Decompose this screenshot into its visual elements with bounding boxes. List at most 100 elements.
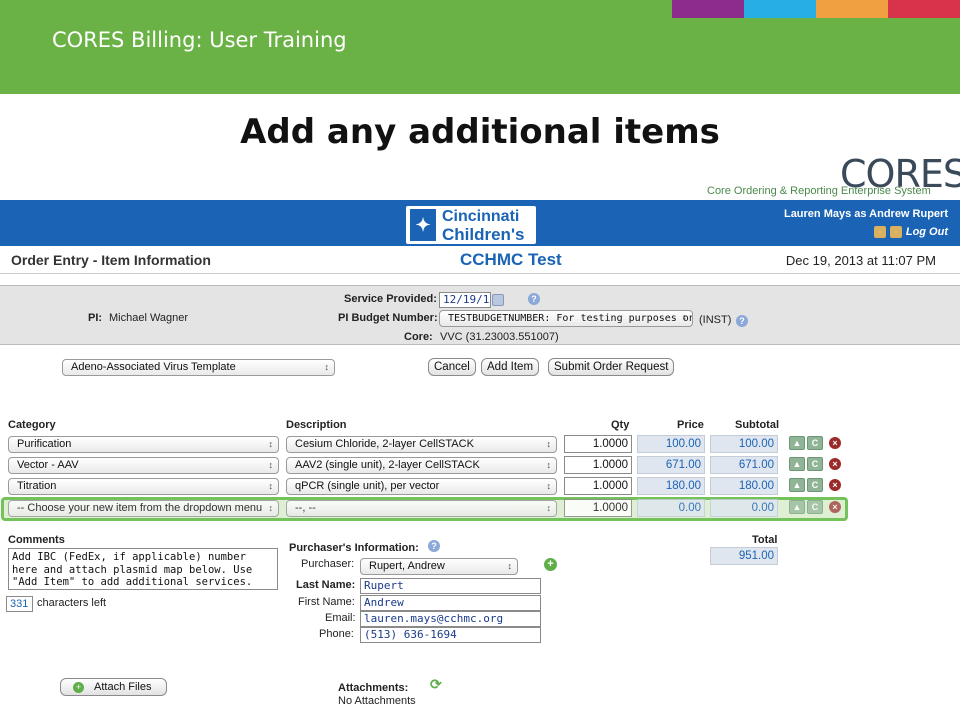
user-profile-icon[interactable] (873, 226, 886, 238)
budget-help-icon[interactable]: ? (736, 315, 748, 327)
person-icon[interactable]: ▲ (789, 457, 805, 471)
email-field[interactable]: lauren.mays@cchmc.org (360, 611, 541, 627)
user-actions: Log Out (873, 226, 948, 238)
purchaser-select[interactable]: Rupert, Andrew (360, 558, 518, 575)
pi-value: Michael Wagner (109, 312, 189, 324)
new-item-category-select[interactable]: -- Choose your new item from the dropdow… (8, 500, 279, 517)
stripe-blue (744, 0, 816, 18)
row-description-select[interactable]: qPCR (single unit), per vector (286, 478, 557, 495)
attachments-label: Attachments: (338, 682, 409, 694)
purchaser-help-icon[interactable]: ? (428, 540, 440, 552)
calendar-icon[interactable] (492, 294, 504, 306)
phone-field[interactable]: (513) 636-1694 (360, 627, 541, 643)
stripe-red (888, 0, 960, 18)
row-qty-field[interactable]: 1.0000 (564, 456, 632, 474)
delete-icon[interactable]: × (829, 458, 841, 470)
total-label: Total (752, 534, 778, 546)
chars-left-counter: 331 (6, 596, 33, 612)
color-stripes (672, 0, 960, 18)
row-actions: ▲ C × (789, 457, 841, 471)
order-total: 951.00 (710, 547, 778, 565)
person-icon[interactable]: ▲ (789, 500, 805, 514)
new-item-qty-field[interactable]: 1.0000 (564, 499, 632, 517)
row-price: 671.00 (637, 456, 705, 474)
logout-icon[interactable] (889, 226, 902, 238)
first-name-field[interactable]: Andrew (360, 595, 541, 611)
budget-select[interactable]: TESTBUDGETNUMBER: For testing purposes o… (439, 310, 693, 327)
attachments-value: No Attachments (338, 695, 416, 707)
row-category-select[interactable]: Vector - AAV (8, 457, 279, 474)
row-category-select[interactable]: Titration (8, 478, 279, 495)
add-purchaser-icon[interactable]: + (544, 558, 557, 571)
refresh-icon[interactable]: ⟳ (430, 677, 444, 691)
slide-heading: Add any additional items (240, 112, 720, 152)
attach-plus-icon: + (73, 682, 84, 693)
app-header: ✦ Cincinnati Children's Lauren Mays as A… (0, 200, 960, 246)
submit-order-button[interactable]: Submit Order Request (548, 358, 675, 376)
user-name: Lauren Mays as Andrew Rupert (783, 208, 948, 220)
new-item-description-select[interactable]: --, -- (286, 500, 557, 517)
childrens-figure-icon: ✦ (410, 209, 436, 241)
person-icon[interactable]: ▲ (789, 436, 805, 450)
page-title: Order Entry - Item Information (11, 252, 211, 268)
delete-icon[interactable]: × (829, 501, 841, 513)
qty-header: Qty (611, 419, 630, 431)
order-meta: PI: Michael Wagner Service Provided: 12/… (0, 285, 960, 345)
cores-logo-tagline: Core Ordering & Reporting Enterprise Sys… (707, 185, 931, 197)
row-actions: ▲ C × (789, 478, 841, 492)
purchaser-section-label: Purchaser's Information: (289, 542, 419, 554)
last-name-field[interactable]: Rupert (360, 578, 541, 594)
attach-files-button[interactable]: + Attach Files (60, 678, 167, 696)
copy-icon[interactable]: C (807, 478, 823, 492)
copy-icon[interactable]: C (807, 436, 823, 450)
row-subtotal: 671.00 (710, 456, 778, 474)
row-description-select[interactable]: Cesium Chloride, 2-layer CellSTACK (286, 436, 557, 453)
stripe-orange (816, 0, 888, 18)
phone-label: Phone: (319, 628, 354, 640)
core-value: VVC (31.23003.551007) (440, 331, 559, 343)
attach-files-label: Attach Files (94, 681, 152, 693)
price-header: Price (677, 419, 704, 431)
service-date-field[interactable]: 12/19/13 (439, 292, 491, 308)
page-subbar: Order Entry - Item Information CCHMC Tes… (0, 246, 960, 274)
budget-suffix: (INST) (699, 314, 732, 326)
cincinnati-childrens-logo: ✦ Cincinnati Children's (406, 206, 536, 244)
new-item-actions: ▲ C × (789, 500, 841, 514)
cancel-button[interactable]: Cancel (428, 358, 476, 376)
person-icon[interactable]: ▲ (789, 478, 805, 492)
row-subtotal: 180.00 (710, 477, 778, 495)
copy-icon[interactable]: C (807, 457, 823, 471)
add-item-button[interactable]: Add Item (481, 358, 540, 376)
row-price: 180.00 (637, 477, 705, 495)
subtotal-header: Subtotal (735, 419, 779, 431)
category-header: Category (8, 419, 56, 431)
slide-header: CORES Billing: User Training (0, 0, 960, 94)
stripe-purple (672, 0, 744, 18)
page-datetime: Dec 19, 2013 at 11:07 PM (785, 253, 936, 268)
row-qty-field[interactable]: 1.0000 (564, 477, 632, 495)
slide-title: CORES Billing: User Training (52, 28, 347, 52)
row-price: 100.00 (637, 435, 705, 453)
description-header: Description (286, 419, 347, 431)
org-name-line1: Cincinnati (442, 208, 520, 225)
last-name-label: Last Name: (296, 579, 356, 591)
comments-textarea[interactable]: Add IBC (FedEx, if applicable) number he… (8, 548, 278, 590)
purchaser-label: Purchaser: (301, 558, 355, 570)
template-select[interactable]: Adeno-Associated Virus Template (62, 359, 335, 376)
comments-label: Comments (8, 534, 65, 546)
cores-logo: CORES Core Ordering & Reporting Enterpri… (700, 152, 960, 202)
core-label: Core: (404, 331, 433, 343)
copy-icon[interactable]: C (807, 500, 823, 514)
org-name-line2: Children's (442, 225, 525, 244)
new-item-subtotal: 0.00 (710, 499, 778, 517)
row-actions: ▲ C × (789, 436, 841, 450)
budget-label: PI Budget Number: (338, 312, 438, 324)
new-item-price: 0.00 (637, 499, 705, 517)
delete-icon[interactable]: × (829, 479, 841, 491)
row-description-select[interactable]: AAV2 (single unit), 2-layer CellSTACK (286, 457, 557, 474)
row-category-select[interactable]: Purification (8, 436, 279, 453)
logout-link[interactable]: Log Out (906, 226, 948, 238)
service-help-icon[interactable]: ? (528, 293, 540, 305)
row-qty-field[interactable]: 1.0000 (564, 435, 632, 453)
delete-icon[interactable]: × (829, 437, 841, 449)
